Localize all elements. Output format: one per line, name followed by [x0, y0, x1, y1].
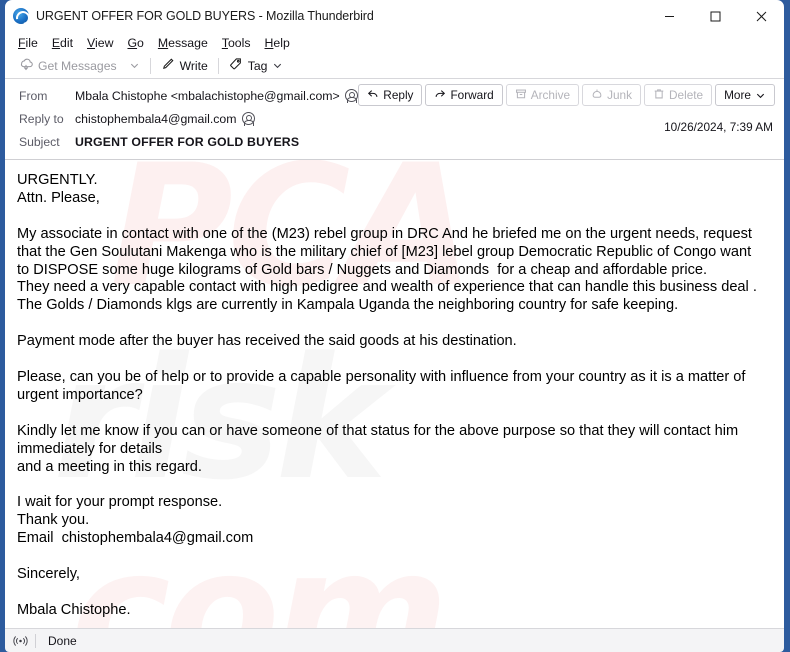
- from-value[interactable]: Mbala Chistophe <mbalachistophe@gmail.co…: [75, 89, 340, 103]
- get-messages-label: Get Messages: [38, 59, 117, 73]
- more-label: More: [724, 88, 751, 102]
- main-toolbar: Get Messages Write Tag: [5, 53, 784, 79]
- window-title: URGENT OFFER FOR GOLD BUYERS - Mozilla T…: [36, 9, 374, 23]
- write-label: Write: [180, 59, 208, 73]
- menu-item-edit[interactable]: Edit: [45, 36, 80, 50]
- get-messages-dropdown[interactable]: [123, 58, 146, 73]
- delete-label: Delete: [669, 88, 703, 102]
- archive-icon: [515, 88, 527, 103]
- close-icon[interactable]: [738, 0, 784, 32]
- menu-item-file[interactable]: File: [11, 36, 45, 50]
- reply-button[interactable]: Reply: [358, 84, 422, 106]
- delete-button[interactable]: Delete: [644, 84, 712, 106]
- status-bar: Done: [5, 628, 784, 652]
- trash-icon: [653, 88, 665, 103]
- reply-label: Reply: [383, 88, 413, 102]
- message-body-text: URGENTLY. Attn. Please, My associate in …: [5, 160, 784, 620]
- junk-icon: [591, 88, 603, 103]
- minimize-icon[interactable]: [646, 0, 692, 32]
- header-row-subject: Subject URGENT OFFER FOR GOLD BUYERS: [5, 132, 784, 151]
- menu-item-view[interactable]: View: [80, 36, 120, 50]
- reply-icon: [367, 88, 379, 103]
- write-button[interactable]: Write: [155, 55, 214, 76]
- more-button[interactable]: More: [715, 84, 775, 106]
- thunderbird-logo-icon: [13, 8, 29, 24]
- message-timestamp: 10/26/2024, 7:39 AM: [664, 120, 773, 134]
- get-messages-button[interactable]: Get Messages: [13, 55, 123, 76]
- maximize-icon[interactable]: [692, 0, 738, 32]
- forward-icon: [434, 88, 446, 103]
- forward-button[interactable]: Forward: [425, 84, 502, 106]
- menu-item-tools[interactable]: Tools: [215, 36, 258, 50]
- junk-button[interactable]: Junk: [582, 84, 641, 106]
- archive-label: Archive: [531, 88, 570, 102]
- message-body-pane: PCA risk .com URGENTLY. Attn. Please, My…: [5, 160, 784, 628]
- status-text: Done: [36, 634, 77, 648]
- tag-icon: [229, 57, 243, 74]
- message-header: From Mbala Chistophe <mbalachistophe@gma…: [5, 79, 784, 160]
- reply-to-value[interactable]: chistophembala4@gmail.com: [75, 112, 237, 126]
- contact-icon[interactable]: [345, 89, 358, 102]
- menu-item-help[interactable]: Help: [258, 36, 297, 50]
- message-action-buttons: Reply Forward Archive: [358, 84, 775, 106]
- pencil-icon: [161, 57, 175, 74]
- window-controls: [646, 0, 784, 32]
- contact-icon-reply[interactable]: [242, 112, 255, 125]
- archive-button[interactable]: Archive: [506, 84, 579, 106]
- subject-label: Subject: [19, 135, 75, 149]
- menu-item-go[interactable]: Go: [120, 36, 150, 50]
- toolbar-divider-2: [218, 58, 219, 74]
- from-value-wrap: Mbala Chistophe <mbalachistophe@gmail.co…: [75, 89, 358, 103]
- tag-label: Tag: [248, 59, 268, 73]
- reply-to-label: Reply to: [19, 112, 75, 126]
- tag-button[interactable]: Tag: [223, 55, 290, 76]
- toolbar-divider: [150, 58, 151, 74]
- download-mail-icon: [19, 57, 33, 74]
- menu-bar: File Edit View Go Message Tools Help: [5, 32, 784, 53]
- thunderbird-window: URGENT OFFER FOR GOLD BUYERS - Mozilla T…: [0, 0, 790, 639]
- subject-value: URGENT OFFER FOR GOLD BUYERS: [75, 135, 299, 149]
- junk-label: Junk: [607, 88, 632, 102]
- broadcast-icon: [5, 635, 35, 647]
- title-bar: URGENT OFFER FOR GOLD BUYERS - Mozilla T…: [5, 0, 784, 32]
- from-label: From: [19, 89, 75, 103]
- menu-item-message[interactable]: Message: [151, 36, 215, 50]
- forward-label: Forward: [450, 88, 493, 102]
- reply-to-value-wrap: chistophembala4@gmail.com: [75, 112, 255, 126]
